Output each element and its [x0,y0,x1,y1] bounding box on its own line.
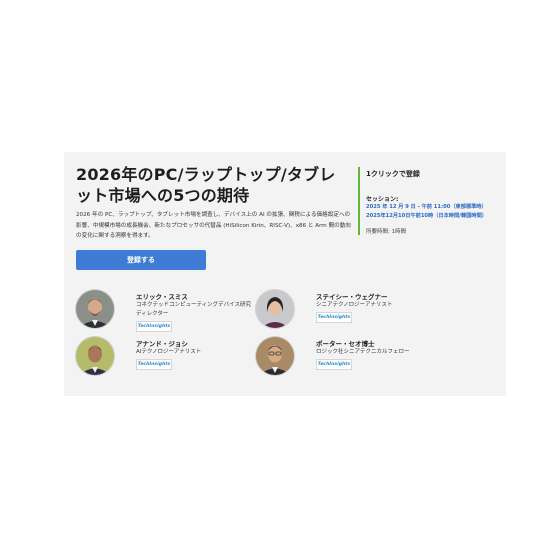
speaker-role: AIテクノロジーアナリスト [136,349,202,355]
speaker-name: アナンド・ジョシ [136,340,188,348]
session-time-jst: 2025年12月10日午前10時（日本時間/韓国時間） [366,213,487,219]
register-button[interactable]: 登録する [76,250,206,270]
session-duration: 所要時間: 1時間 [366,229,407,235]
speaker-photo [76,290,114,328]
speaker-role: ロジック社シニアテクニカルフェロー [316,349,410,355]
speaker-card: アナンド・ジョシ AIテクノロジーアナリスト TechInsights [76,337,276,377]
speaker-card: ステイシー・ウェグナー シニアテクノロジーアナリスト TechInsights [256,290,456,330]
speaker-photo [256,290,294,328]
session-label: セッション: [366,196,399,203]
speaker-role: コネクテッドコンピューティングデバイス研究ディレクター [136,302,252,317]
session-time-et: 2025 年 12 月 9 日 - 午前 11:00（東部標準時） [366,204,487,210]
speaker-name: エリック・スミス [136,293,188,301]
speaker-name: ポーター・セオ博士 [316,340,375,348]
company-logo: TechInsights [136,359,172,370]
company-logo: TechInsights [136,321,172,332]
speaker-card: エリック・スミス コネクテッドコンピューティングデバイス研究ディレクター Tec… [76,290,276,332]
registration-panel: 1クリックで登録 セッション: 2025 年 12 月 9 日 - 午前 11:… [358,167,506,235]
company-logo: TechInsights [316,312,352,323]
speaker-name: ステイシー・ウェグナー [316,293,388,301]
speaker-photo [256,337,294,375]
event-title: 2026年のPC/ラップトップ/タブレット市場への5つの期待 [76,165,336,205]
speaker-photo [76,337,114,375]
company-logo: TechInsights [316,359,352,370]
speaker-card: ポーター・セオ博士 ロジック社シニアテクニカルフェロー TechInsights [256,337,456,377]
speaker-role: シニアテクノロジーアナリスト [316,302,393,308]
one-click-register-heading: 1クリックで登録 [366,170,420,178]
event-description: 2026 年の PC、ラップトップ、タブレット市場を調査し、デバイス上の AI … [76,212,351,239]
